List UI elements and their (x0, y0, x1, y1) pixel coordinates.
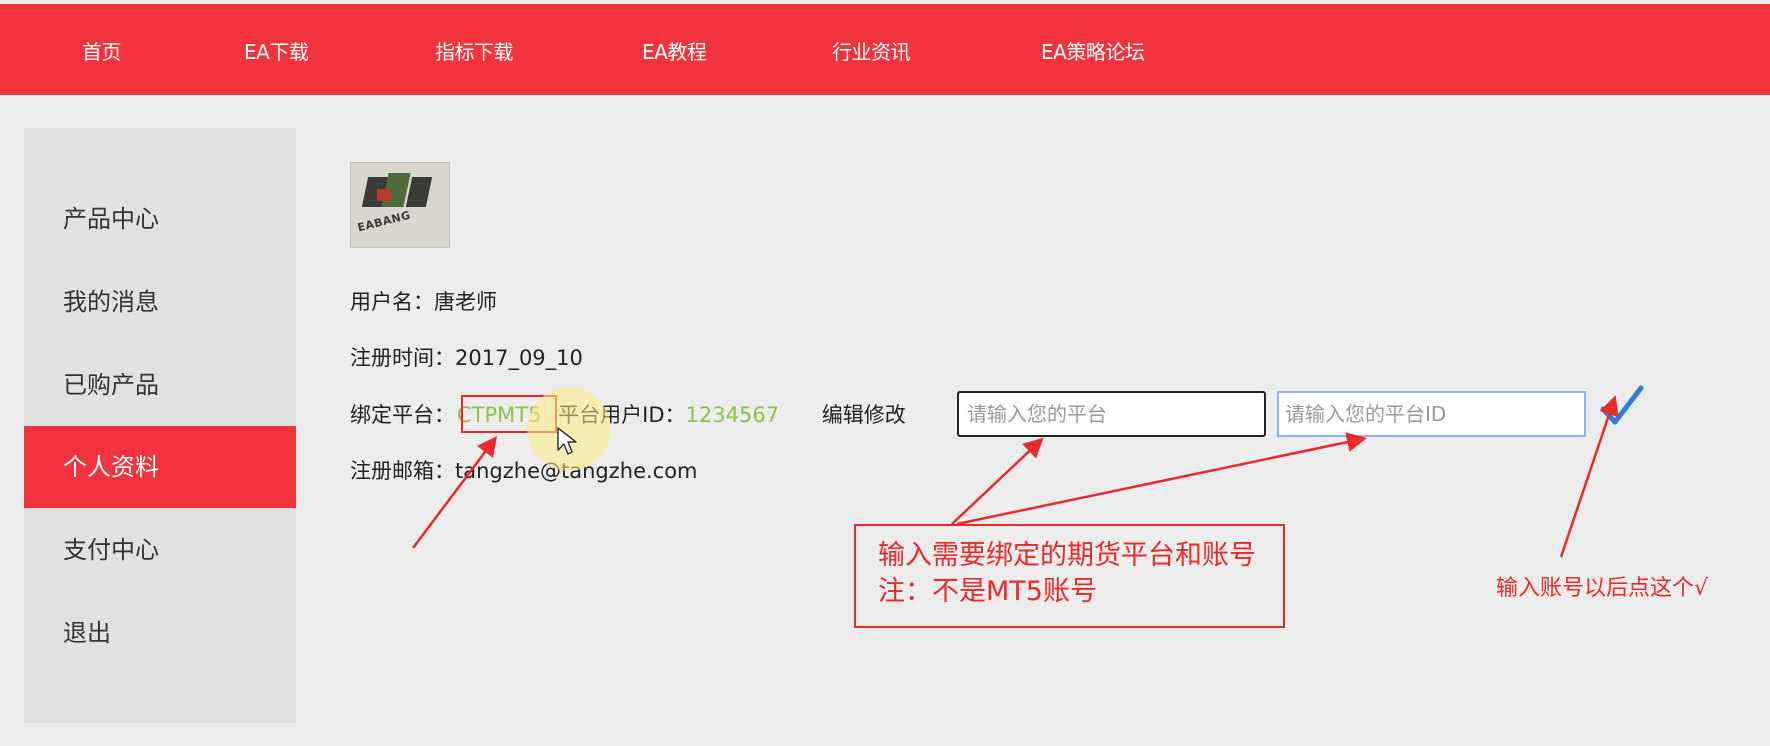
sidebar-item-profile[interactable]: 个人资料 (24, 426, 296, 508)
top-nav-bar: 首页 EA下载 指标下载 EA教程 行业资讯 EA策略论坛 (0, 0, 1770, 95)
annotation-note-line1: 输入需要绑定的期货平台和账号 (878, 540, 1256, 571)
platform-row: 绑定平台：CTPMT5 平台用户ID：1234567 编辑修改 (350, 399, 906, 429)
sidebar-item-product-center[interactable]: 产品中心 (24, 178, 296, 260)
platform-label: 绑定平台： (350, 403, 455, 427)
edit-link[interactable]: 编辑修改 (822, 403, 906, 427)
annotation-right-note: 输入账号以后点这个√ (1496, 576, 1709, 601)
username-value: 唐老师 (434, 290, 497, 314)
email-row: 注册邮箱：tangzhe@tangzhe.com (350, 455, 698, 485)
sidebar-item-logout[interactable]: 退出 (24, 592, 296, 674)
nav-indicator-download[interactable]: 指标下载 (435, 36, 514, 65)
sidebar-item-purchased[interactable]: 已购产品 (24, 344, 296, 426)
sidebar: 产品中心 我的消息 已购产品 个人资料 支付中心 退出 (24, 128, 296, 723)
nav-industry-news[interactable]: 行业资讯 (832, 36, 911, 65)
arrow-to-platform-input (951, 437, 1044, 525)
username-label: 用户名： (350, 290, 434, 314)
reg-time-value: 2017_09_10 (455, 346, 583, 370)
mouse-cursor-icon (557, 427, 577, 455)
email-label: 注册邮箱： (350, 459, 455, 483)
nav-ea-tutorial[interactable]: EA教程 (642, 36, 707, 65)
annotation-note-line2: 注：不是MT5账号 (878, 576, 1097, 607)
nav-home[interactable]: 首页 (82, 36, 122, 65)
confirm-check-icon[interactable] (1597, 382, 1647, 432)
arrow-to-platform-id-input (956, 432, 1367, 526)
annotation-note-box: 输入需要绑定的期货平台和账号 注：不是MT5账号 (854, 524, 1285, 628)
nav-ea-download[interactable]: EA下载 (244, 36, 309, 65)
reg-time-label: 注册时间： (350, 346, 455, 370)
avatar: EABANG (350, 162, 450, 248)
nav-ea-forum[interactable]: EA策略论坛 (1041, 36, 1145, 65)
username-row: 用户名：唐老师 (350, 286, 497, 316)
platform-id-input[interactable] (1277, 391, 1586, 437)
reg-time-row: 注册时间：2017_09_10 (350, 342, 583, 372)
sidebar-item-my-messages[interactable]: 我的消息 (24, 261, 296, 343)
logo-text: EABANG (356, 208, 412, 235)
platform-id-value: 1234567 (685, 403, 780, 427)
sidebar-item-payment[interactable]: 支付中心 (24, 509, 296, 591)
platform-input[interactable] (957, 391, 1266, 437)
